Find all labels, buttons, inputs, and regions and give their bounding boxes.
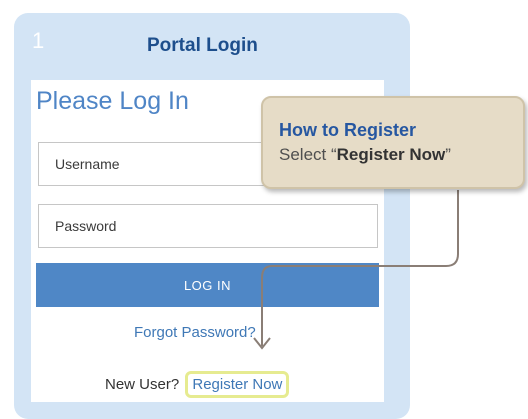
- login-heading: Please Log In: [36, 87, 189, 115]
- callout-title: How to Register: [279, 120, 417, 140]
- portal-title: Portal Login: [147, 35, 258, 56]
- callout-text-prefix: Select “: [279, 145, 337, 164]
- callout-text: Select “Register Now”: [279, 146, 451, 163]
- callout-text-suffix: ”: [445, 145, 451, 164]
- password-input[interactable]: [38, 204, 378, 248]
- forgot-password-link[interactable]: Forgot Password?: [134, 325, 256, 340]
- login-button[interactable]: LOG IN: [36, 263, 379, 307]
- how-to-register-callout: [261, 96, 525, 189]
- new-user-row: New User? Register Now: [105, 371, 290, 398]
- callout-text-emphasis: Register Now: [336, 145, 446, 164]
- step-number: 1: [32, 28, 45, 53]
- new-user-label: New User?: [105, 376, 180, 393]
- register-now-link[interactable]: Register Now: [185, 371, 290, 398]
